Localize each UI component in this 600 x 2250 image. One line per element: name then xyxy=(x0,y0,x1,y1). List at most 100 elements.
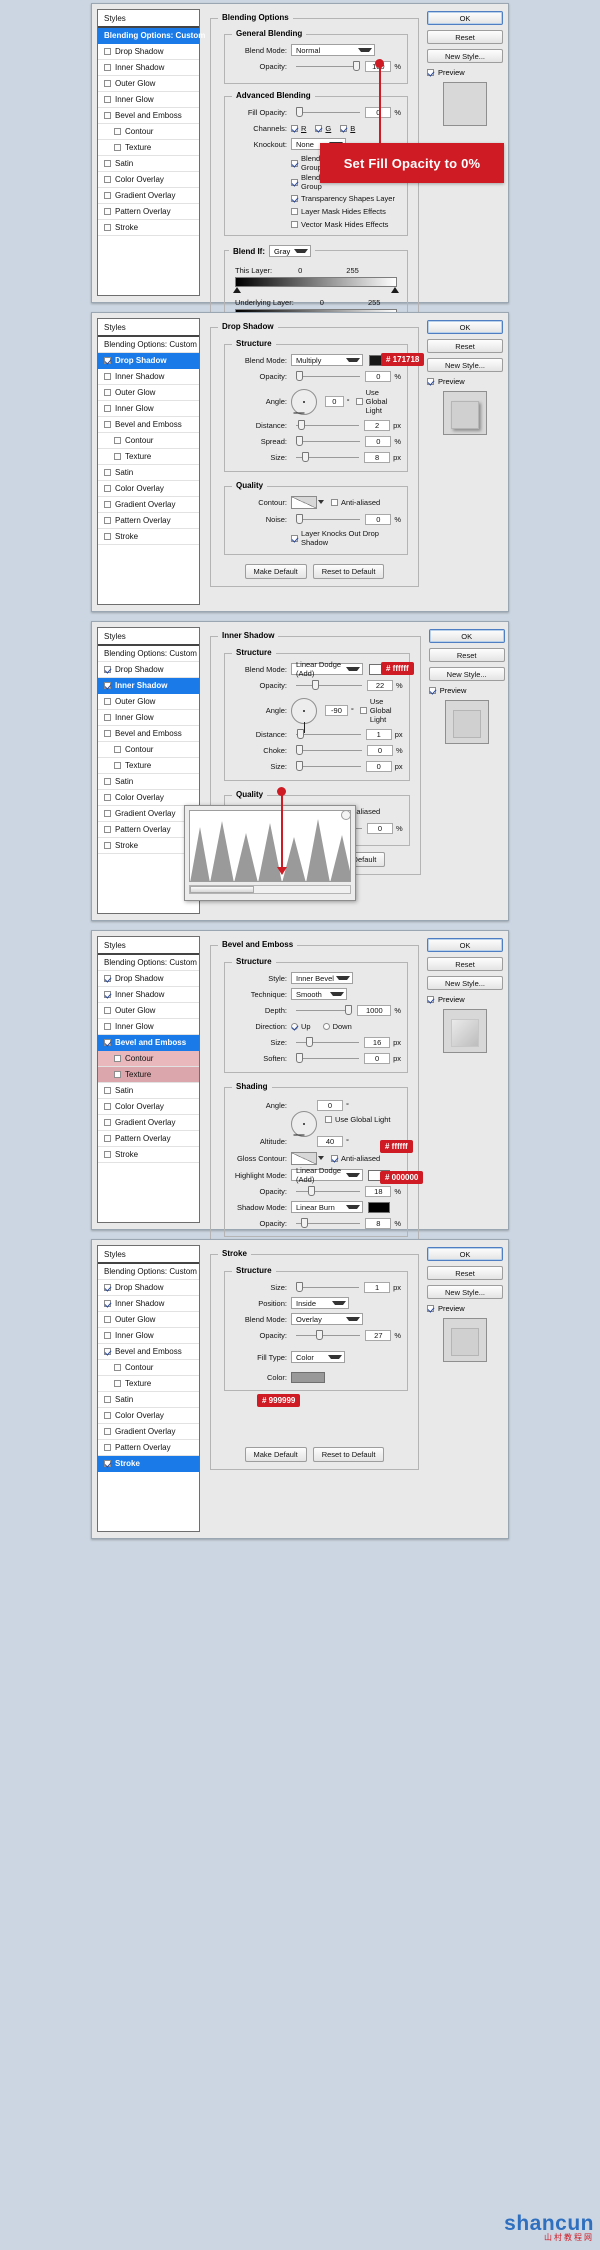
layer-knocks-out-drop-shadow-row[interactable]: Layer Knocks Out Drop Shadow xyxy=(291,529,401,547)
make-default-button[interactable]: Make Default xyxy=(245,1447,307,1462)
checkbox-icon[interactable] xyxy=(104,1039,111,1046)
shadow-mode-select[interactable]: Linear Burn xyxy=(291,1201,363,1213)
sidebar-item-texture[interactable]: Texture xyxy=(98,758,199,774)
sidebar-item-inner-glow[interactable]: Inner Glow xyxy=(98,710,199,726)
sidebar-item-drop-shadow[interactable]: Drop Shadow xyxy=(98,353,199,369)
size-slider[interactable] xyxy=(296,1037,359,1048)
gradient-stop-right[interactable] xyxy=(391,287,399,293)
vector-mask-hides-effects-checkbox-row[interactable]: Vector Mask Hides Effects xyxy=(291,220,388,229)
checkbox-icon[interactable] xyxy=(104,1316,111,1323)
sidebar-item-satin[interactable]: Satin xyxy=(98,1392,199,1408)
channel-g[interactable]: G xyxy=(315,124,331,133)
sidebar-item-bevel-and-emboss[interactable]: Bevel and Emboss xyxy=(98,1035,199,1051)
sidebar-item-color-overlay[interactable]: Color Overlay xyxy=(98,172,199,188)
sidebar-item-contour[interactable]: Contour xyxy=(98,124,199,140)
sidebar-item-pattern-overlay[interactable]: Pattern Overlay xyxy=(98,1440,199,1456)
checkbox-icon[interactable] xyxy=(114,453,121,460)
checkbox-icon[interactable] xyxy=(104,501,111,508)
sidebar-item-pattern-overlay[interactable]: Pattern Overlay xyxy=(98,204,199,220)
reset-button[interactable]: Reset xyxy=(427,30,503,44)
sidebar-item-inner-shadow[interactable]: Inner Shadow xyxy=(98,60,199,76)
sidebar-item-stroke[interactable]: Stroke xyxy=(98,1456,199,1472)
checkbox-icon[interactable] xyxy=(104,96,111,103)
angle-dial[interactable] xyxy=(291,1111,317,1137)
sidebar-item-outer-glow[interactable]: Outer Glow xyxy=(98,694,199,710)
position-select[interactable]: Inside xyxy=(291,1297,349,1309)
transparency-shapes-layer-checkbox-row[interactable]: Transparency Shapes Layer xyxy=(291,194,395,203)
checkbox-icon[interactable] xyxy=(104,517,111,524)
sidebar-item-bevel-and-emboss[interactable]: Bevel and Emboss xyxy=(98,726,199,742)
blend-if-channel-select[interactable]: Gray xyxy=(269,245,311,257)
choke-input[interactable]: 0 xyxy=(367,745,393,756)
sidebar-item-gradient-overlay[interactable]: Gradient Overlay xyxy=(98,1424,199,1440)
sidebar-item-drop-shadow[interactable]: Drop Shadow xyxy=(98,44,199,60)
checkbox-icon[interactable] xyxy=(331,1155,338,1162)
fill-type-select[interactable]: Color xyxy=(291,1351,345,1363)
checkbox-icon[interactable] xyxy=(291,125,298,132)
reset-button[interactable]: Reset xyxy=(427,1266,503,1280)
checkbox-icon[interactable] xyxy=(104,1151,111,1158)
checkbox-icon[interactable] xyxy=(291,160,298,167)
checkbox-icon[interactable] xyxy=(104,1007,111,1014)
size-slider[interactable] xyxy=(296,452,359,463)
size-slider[interactable] xyxy=(296,1282,359,1293)
size-input[interactable]: 1 xyxy=(364,1282,390,1293)
distance-input[interactable]: 2 xyxy=(364,420,390,431)
sidebar-item-inner-glow[interactable]: Inner Glow xyxy=(98,92,199,108)
size-input[interactable]: 0 xyxy=(366,761,392,772)
opacity-input[interactable]: 22 xyxy=(367,680,393,691)
checkbox-icon[interactable] xyxy=(340,125,347,132)
checkbox-icon[interactable] xyxy=(104,389,111,396)
checkbox-icon[interactable] xyxy=(114,762,121,769)
sidebar-item-stroke[interactable]: Stroke xyxy=(98,220,199,236)
angle-input[interactable]: 0 xyxy=(317,1100,343,1111)
sidebar-item-outer-glow[interactable]: Outer Glow xyxy=(98,385,199,401)
angle-input[interactable]: -90 xyxy=(325,705,348,716)
checkbox-icon[interactable] xyxy=(114,128,121,135)
sidebar-item-blending-options[interactable]: Blending Options: Custom xyxy=(98,28,199,44)
checkbox-icon[interactable] xyxy=(427,1305,434,1312)
sidebar-item-drop-shadow[interactable]: Drop Shadow xyxy=(98,662,199,678)
sidebar-item-blending-options[interactable]: Blending Options: Custom xyxy=(98,337,199,353)
checkbox-icon[interactable] xyxy=(104,730,111,737)
checkbox-icon[interactable] xyxy=(104,778,111,785)
checkbox-icon[interactable] xyxy=(325,1116,332,1123)
depth-slider[interactable] xyxy=(296,1005,352,1016)
sidebar-item-drop-shadow[interactable]: Drop Shadow xyxy=(98,1280,199,1296)
checkbox-icon[interactable] xyxy=(104,1087,111,1094)
sidebar-item-outer-glow[interactable]: Outer Glow xyxy=(98,1003,199,1019)
checkbox-icon[interactable] xyxy=(104,405,111,412)
highlight-opacity-slider[interactable] xyxy=(296,1186,360,1197)
radio-icon[interactable] xyxy=(291,1023,298,1030)
sidebar-item-inner-shadow[interactable]: Inner Shadow xyxy=(98,987,199,1003)
blend-mode-select[interactable]: Linear Dodge (Add) xyxy=(291,663,363,675)
checkbox-icon[interactable] xyxy=(104,1023,111,1030)
direction-down-radio[interactable]: Down xyxy=(323,1022,352,1031)
make-default-button[interactable]: Make Default xyxy=(245,564,307,579)
anti-aliased-row[interactable]: Anti-aliased xyxy=(331,1154,380,1163)
checkbox-icon[interactable] xyxy=(291,195,298,202)
checkbox-icon[interactable] xyxy=(104,698,111,705)
anti-aliased-row[interactable]: Anti-aliased xyxy=(331,498,380,507)
size-slider[interactable] xyxy=(296,761,361,772)
checkbox-icon[interactable] xyxy=(104,421,111,428)
shadow-opacity-input[interactable]: 8 xyxy=(365,1218,391,1229)
checkbox-icon[interactable] xyxy=(104,208,111,215)
checkbox-icon[interactable] xyxy=(104,1332,111,1339)
blend-mode-select[interactable]: Multiply xyxy=(291,354,363,366)
checkbox-icon[interactable] xyxy=(104,1396,111,1403)
soften-slider[interactable] xyxy=(296,1053,359,1064)
checkbox-icon[interactable] xyxy=(104,48,111,55)
blend-mode-select[interactable]: Normal xyxy=(291,44,375,56)
contour-preset-picker[interactable] xyxy=(291,496,317,509)
checkbox-icon[interactable] xyxy=(104,1348,111,1355)
sidebar-item-texture[interactable]: Texture xyxy=(98,140,199,156)
sidebar-item-color-overlay[interactable]: Color Overlay xyxy=(98,790,199,806)
checkbox-icon[interactable] xyxy=(104,826,111,833)
checkbox-icon[interactable] xyxy=(104,357,111,364)
sidebar-item-color-overlay[interactable]: Color Overlay xyxy=(98,1408,199,1424)
sidebar-item-blending-options[interactable]: Blending Options: Custom xyxy=(98,646,199,662)
sidebar-item-gradient-overlay[interactable]: Gradient Overlay xyxy=(98,497,199,513)
sidebar-item-gradient-overlay[interactable]: Gradient Overlay xyxy=(98,188,199,204)
checkbox-icon[interactable] xyxy=(427,996,434,1003)
